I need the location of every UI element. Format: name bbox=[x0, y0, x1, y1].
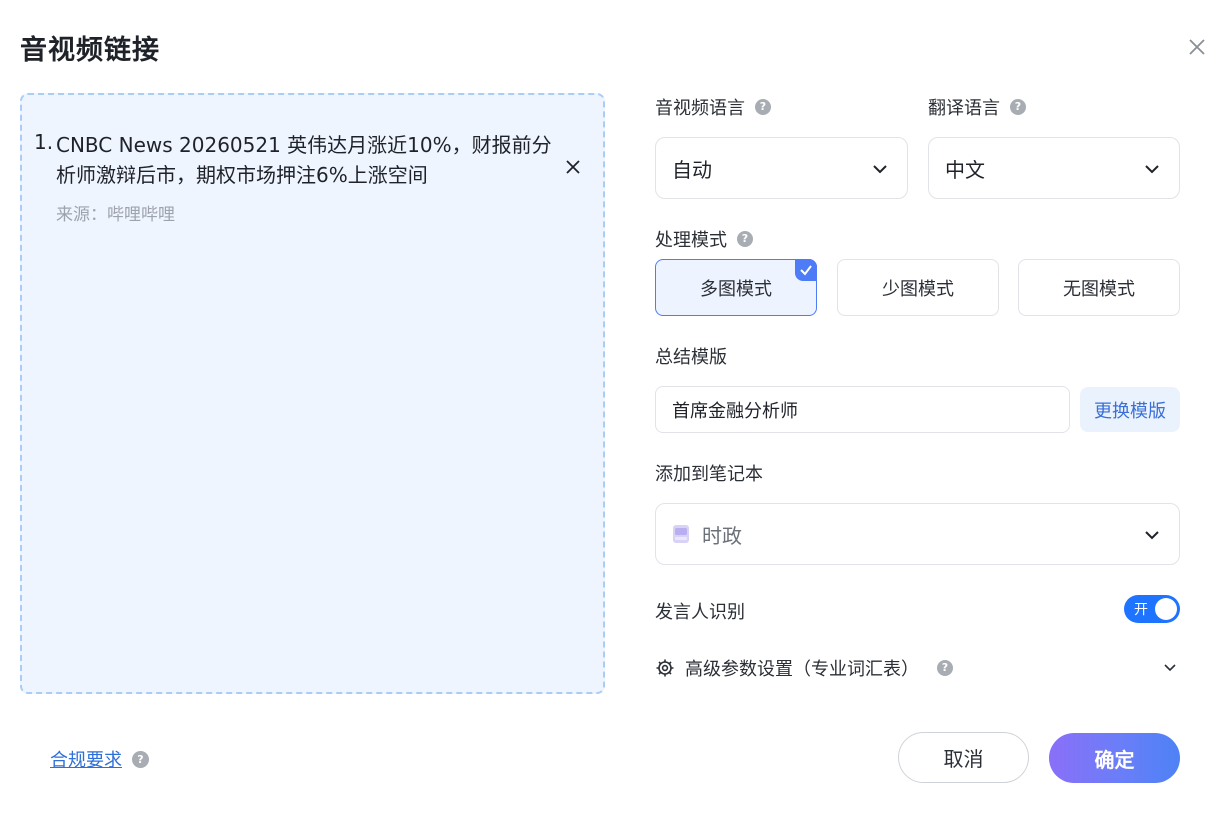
link-source: 来源：哔哩哔哩 bbox=[56, 205, 175, 225]
change-template-button[interactable]: 更换模版 bbox=[1080, 387, 1180, 432]
compliance: 合规要求 ? bbox=[50, 746, 149, 772]
gear-icon bbox=[656, 659, 674, 677]
close-button[interactable] bbox=[1184, 34, 1210, 60]
chevron-down-icon bbox=[1145, 165, 1159, 174]
dialog-title: 音视频链接 bbox=[20, 35, 160, 66]
close-icon bbox=[1189, 39, 1205, 55]
link-number: 1. bbox=[34, 130, 54, 154]
help-icon[interactable]: ? bbox=[937, 660, 953, 676]
compliance-link[interactable]: 合规要求 bbox=[50, 746, 122, 772]
help-icon[interactable]: ? bbox=[1010, 99, 1026, 115]
toggle-state-text: 开 bbox=[1134, 602, 1148, 618]
mode-option-none[interactable]: 无图模式 bbox=[1018, 259, 1180, 316]
help-icon[interactable]: ? bbox=[132, 750, 149, 768]
chevron-down-icon bbox=[1145, 531, 1159, 540]
advanced-settings-label: 高级参数设置（专业词汇表） bbox=[685, 659, 919, 680]
toggle-knob bbox=[1155, 598, 1177, 620]
link-drop-zone[interactable]: 1. CNBC News 20260521 英伟达月涨近10%，财报前分析师激辩… bbox=[20, 93, 605, 694]
mode-option-multi[interactable]: 多图模式 bbox=[655, 259, 817, 316]
template-input[interactable]: 首席金融分析师 bbox=[655, 386, 1070, 433]
mode-option-few[interactable]: 少图模式 bbox=[837, 259, 999, 316]
close-icon bbox=[566, 160, 580, 174]
confirm-button[interactable]: 确定 bbox=[1049, 733, 1180, 783]
link-title: CNBC News 20260521 英伟达月涨近10%，财报前分析师激辩后市，… bbox=[56, 133, 552, 187]
translate-language-select[interactable]: 中文 bbox=[928, 137, 1180, 199]
chevron-down-icon bbox=[1164, 664, 1176, 672]
translate-language-label: 翻译语言 ? bbox=[928, 94, 1026, 120]
cancel-button[interactable]: 取消 bbox=[898, 732, 1029, 783]
process-mode-label: 处理模式 ? bbox=[655, 226, 753, 252]
chevron-down-icon bbox=[873, 165, 887, 174]
help-icon[interactable]: ? bbox=[755, 99, 771, 115]
audio-language-select[interactable]: 自动 bbox=[655, 137, 908, 199]
notebook-icon bbox=[673, 525, 689, 543]
speaker-recognition-label: 发言人识别 bbox=[655, 602, 745, 623]
audio-language-label: 音视频语言 ? bbox=[655, 94, 771, 120]
template-label: 总结模版 bbox=[655, 347, 727, 368]
speaker-recognition-toggle[interactable]: 开 bbox=[1124, 595, 1180, 623]
advanced-settings[interactable]: 高级参数设置（专业词汇表） ? bbox=[655, 655, 1180, 681]
notebook-select[interactable]: 时政 bbox=[655, 503, 1180, 565]
check-badge bbox=[795, 259, 817, 281]
check-icon bbox=[800, 265, 812, 276]
help-icon[interactable]: ? bbox=[737, 231, 753, 247]
notebook-label: 添加到笔记本 bbox=[655, 464, 763, 485]
remove-link-button[interactable] bbox=[563, 157, 583, 177]
